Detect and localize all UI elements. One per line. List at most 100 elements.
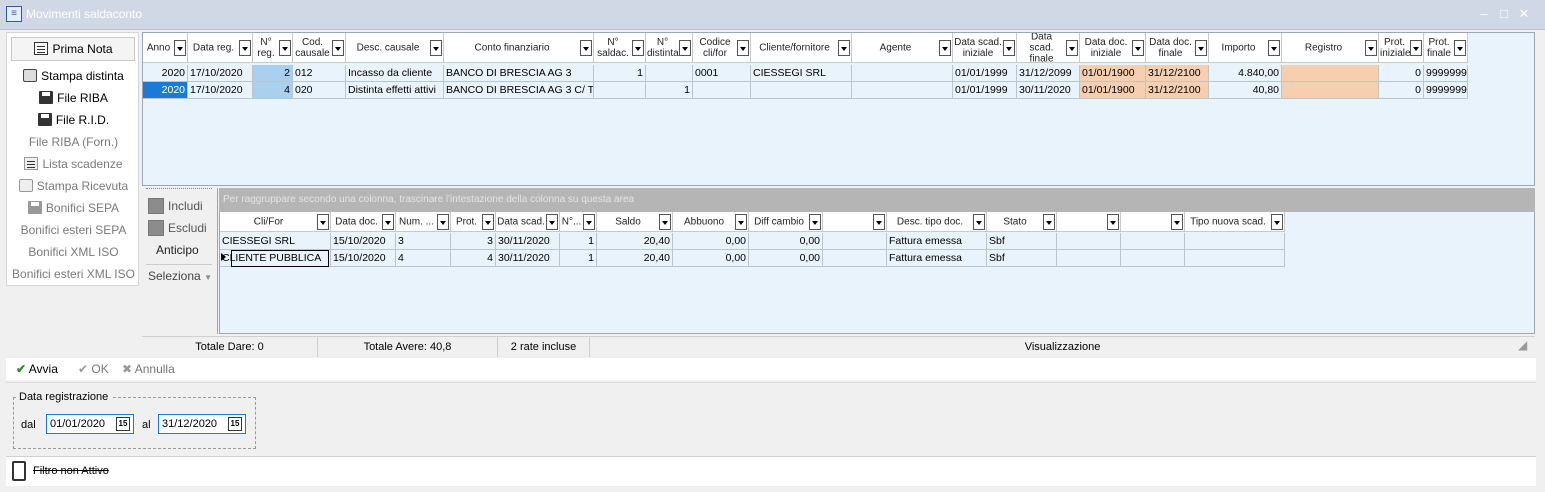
bottom_grid-cell[interactable]: 4 (396, 250, 451, 267)
top_grid-header-7[interactable]: N° distinta (646, 33, 693, 63)
top_grid-cell[interactable]: 01/01/1999 (953, 65, 1017, 82)
sidebar-item-6[interactable]: Stampa Ricevuta (7, 175, 140, 197)
top_grid-cell[interactable]: 4.840,00 (1209, 65, 1282, 82)
top_grid-cell[interactable]: 17/10/2020 (188, 65, 253, 82)
top_grid-cell[interactable]: 2 (253, 65, 293, 82)
column-filter-dropdown-icon[interactable] (1410, 39, 1422, 56)
top_grid-header-6[interactable]: N° saldac. (594, 33, 646, 63)
top_grid-cell[interactable]: 17/10/2020 (188, 82, 253, 99)
bottom_grid-cell[interactable]: 20,40 (597, 250, 673, 267)
bottom_grid-cell[interactable]: 15/10/2020 (331, 250, 396, 267)
bottom_grid-cell[interactable]: 0,00 (673, 233, 749, 250)
date-from-input[interactable]: 01/01/2020 15 (46, 414, 134, 434)
maximize-button[interactable]: □ (1494, 5, 1514, 23)
sidebar-item-1[interactable]: Stampa distinta (7, 65, 140, 87)
bottom_grid-cell[interactable]: 3 (396, 233, 451, 250)
column-filter-dropdown-icon[interactable] (332, 39, 344, 56)
column-filter-dropdown-icon[interactable] (1365, 39, 1377, 56)
bottom_grid-header-4[interactable]: Data scad. (496, 212, 560, 232)
bottom_grid-header-5[interactable]: N°... (560, 212, 597, 232)
column-filter-dropdown-icon[interactable] (437, 213, 449, 230)
top_grid-header-14[interactable]: Data doc. finale (1146, 33, 1209, 63)
bottom_grid-header-6[interactable]: Saldo (597, 212, 673, 232)
column-filter-dropdown-icon[interactable] (1003, 39, 1015, 56)
top_grid-cell[interactable]: 01/01/1900 (1080, 82, 1146, 99)
column-filter-dropdown-icon[interactable] (430, 39, 442, 56)
date-to-input[interactable]: 31/12/2020 15 (158, 414, 246, 434)
column-filter-dropdown-icon[interactable] (1066, 39, 1078, 56)
top_grid-cell[interactable] (852, 65, 953, 82)
sidebar-item-8[interactable]: Bonifici esteri SEPA (7, 219, 140, 241)
sidebar-item-0[interactable]: Prima Nota (7, 38, 140, 60)
bottom_grid-cell[interactable]: 0,00 (749, 233, 823, 250)
column-filter-dropdown-icon[interactable] (737, 39, 749, 56)
bottom_grid-cell[interactable]: CIESSEGI SRL (220, 233, 331, 250)
top_grid-cell[interactable]: BANCO DI BRESCIA AG 3 C/ TR (444, 82, 594, 99)
bottom_grid-cell[interactable] (823, 233, 887, 250)
top_grid-cell[interactable]: Distinta effetti attivi (346, 82, 444, 99)
bottom_grid-cell[interactable]: 20,40 (597, 233, 673, 250)
minimize-button[interactable]: – (1474, 5, 1494, 23)
column-filter-dropdown-icon[interactable] (632, 39, 644, 56)
sidebar-item-2[interactable]: File RIBA (7, 87, 140, 109)
bottom_grid-cell[interactable]: Fattura emessa (887, 233, 987, 250)
top_grid-cell[interactable]: 2020 (143, 65, 188, 82)
column-filter-dropdown-icon[interactable] (659, 213, 671, 230)
bottom_grid-cell[interactable]: 1 (560, 250, 597, 267)
top_grid-cell[interactable]: 0 (1379, 65, 1424, 82)
top_grid-cell[interactable]: 9999999 (1424, 82, 1468, 99)
column-filter-dropdown-icon[interactable] (1454, 39, 1466, 56)
column-filter-dropdown-icon[interactable] (239, 39, 251, 56)
sidebar-item-3[interactable]: File R.I.D. (7, 109, 140, 131)
bottom_grid-cell[interactable] (1185, 250, 1285, 267)
top_grid-cell[interactable]: CIESSEGI SRL (751, 65, 852, 82)
top_grid-cell[interactable]: BANCO DI BRESCIA AG 3 (444, 65, 594, 82)
bottom_grid-cell[interactable]: 0,00 (673, 250, 749, 267)
top_grid-header-2[interactable]: N° reg. (253, 33, 293, 63)
column-filter-dropdown-icon[interactable] (482, 213, 494, 230)
bottom_grid-cell[interactable]: Fattura emessa (887, 250, 987, 267)
top_grid-header-16[interactable]: Registro (1282, 33, 1379, 63)
bottom_grid-header-2[interactable]: Num. ... (396, 212, 451, 232)
bottom_grid-header-0[interactable]: Cli/For (220, 212, 331, 232)
top_grid-cell[interactable] (751, 82, 852, 99)
top_grid-header-10[interactable]: Agente (852, 33, 953, 63)
top_grid-cell[interactable] (852, 82, 953, 99)
bottom_grid-cell[interactable]: 15/10/2020 (331, 233, 396, 250)
top_grid-header-3[interactable]: Cod. causale (293, 33, 346, 63)
seleziona-dropdown[interactable]: Seleziona ▼ (148, 266, 212, 286)
column-filter-dropdown-icon[interactable] (1268, 39, 1280, 56)
column-filter-dropdown-icon[interactable] (873, 213, 885, 230)
bottom_grid-header-13[interactable] (1121, 212, 1185, 232)
top_grid-cell[interactable]: 01/01/1999 (953, 82, 1017, 99)
top_grid-header-18[interactable]: Prot. finale (1424, 33, 1468, 63)
top_grid-header-4[interactable]: Desc. causale (346, 33, 444, 63)
top_grid-cell[interactable]: 020 (293, 82, 346, 99)
bottom_grid-cell[interactable]: 1 (560, 233, 597, 250)
top_grid-header-8[interactable]: Codice cli/for (693, 33, 751, 63)
bottom_grid-header-9[interactable] (823, 212, 887, 232)
sidebar-item-10[interactable]: Bonifici esteri XML ISO (7, 263, 140, 285)
bottom_grid-cell[interactable] (823, 250, 887, 267)
top_grid-cell[interactable]: 0 (1379, 82, 1424, 99)
avvia-button[interactable]: ✔ Avvia (16, 360, 58, 378)
column-filter-dropdown-icon[interactable] (174, 39, 186, 56)
top_grid-cell[interactable]: 01/01/1900 (1080, 65, 1146, 82)
column-filter-dropdown-icon[interactable] (1043, 213, 1055, 230)
top_grid-header-13[interactable]: Data doc. iniziale (1080, 33, 1146, 63)
bottom_grid-cell[interactable] (1185, 233, 1285, 250)
ok-button[interactable]: ✔ OK (78, 360, 109, 378)
column-filter-dropdown-icon[interactable] (583, 213, 595, 230)
top_grid-cell[interactable] (1282, 65, 1379, 82)
top_grid-cell[interactable]: 31/12/2100 (1146, 82, 1209, 99)
bottom_grid-header-14[interactable]: Tipo nuova scad. (1185, 212, 1285, 232)
column-filter-dropdown-icon[interactable] (809, 213, 821, 230)
bottom_grid-cell[interactable]: 0,00 (749, 250, 823, 267)
top_grid-cell[interactable]: 1 (594, 65, 646, 82)
group-by-area[interactable]: Per raggruppare secondo una colonna, tra… (219, 188, 1535, 212)
column-filter-dropdown-icon[interactable] (838, 39, 850, 56)
calendar-icon[interactable]: 15 (116, 417, 130, 431)
bottom_grid-cell[interactable]: 4 (451, 250, 496, 267)
top_grid-cell[interactable]: 1 (646, 82, 693, 99)
bottom_grid-header-12[interactable] (1057, 212, 1121, 232)
